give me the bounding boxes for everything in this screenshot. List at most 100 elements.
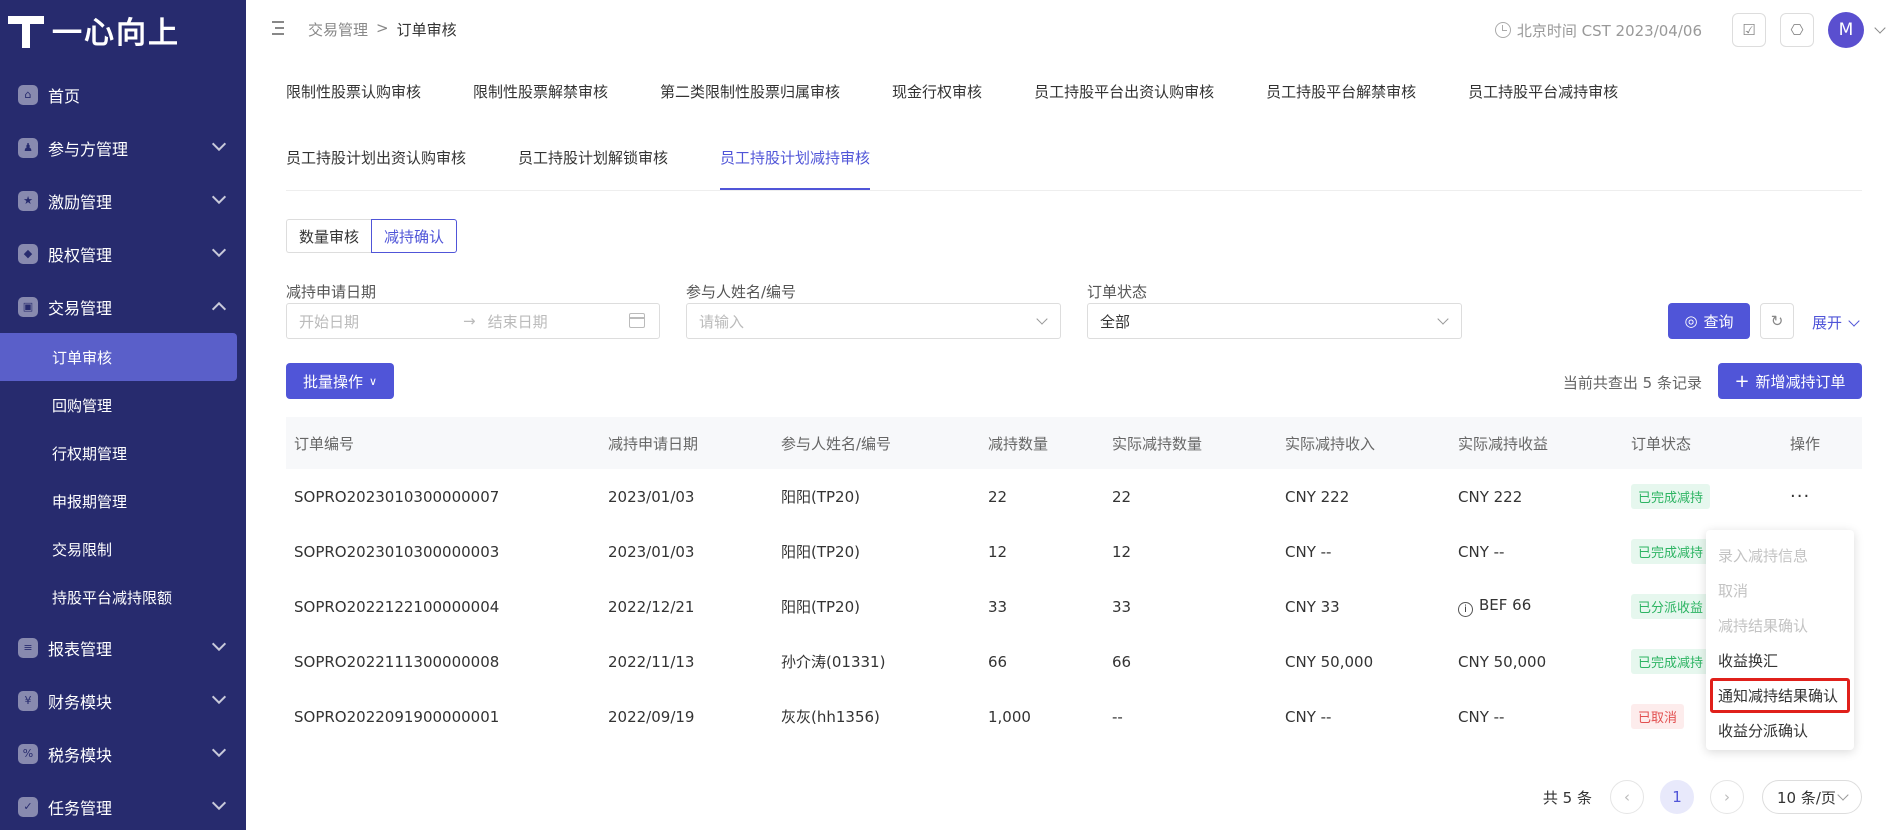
query-button[interactable]: ◎ 查询 — [1668, 303, 1750, 339]
cell-actual-qty: 22 — [1112, 487, 1132, 506]
query-button-label: 查询 — [1703, 312, 1734, 331]
brand-name: 一心向上 — [52, 16, 180, 51]
col-actions: 操作 — [1782, 417, 1862, 469]
home-icon: ⌂ — [18, 84, 38, 105]
info-icon[interactable]: i — [1458, 602, 1473, 617]
sidebar-subitem-order-review[interactable]: 订单审核 — [0, 333, 237, 381]
sidebar-item-tax[interactable]: % 税务模块 — [0, 727, 246, 780]
expand-filters-button[interactable]: 展开 — [1812, 312, 1860, 333]
tab-platform-reduce[interactable]: 员工持股平台减持审核 — [1468, 58, 1618, 124]
segment-quantity-review[interactable]: 数量审核 — [286, 219, 372, 253]
tab-plan-reduce[interactable]: 员工持股计划减持审核 — [720, 124, 871, 190]
task-board-button[interactable]: ☑ — [1732, 13, 1766, 47]
start-date-field[interactable]: 开始日期 — [299, 311, 463, 332]
segment-reduce-confirm[interactable]: 减持确认 — [371, 219, 458, 253]
search-icon: ◎ — [1684, 312, 1698, 330]
chevron-down-icon — [211, 189, 227, 205]
profit-value: BEF 66 — [1479, 596, 1532, 614]
sidebar-item-finance[interactable]: ¥ 财务模块 — [0, 674, 246, 727]
add-reduce-order-button[interactable]: + 新增减持订单 — [1718, 363, 1862, 399]
arrow-right-icon: → — [463, 312, 476, 330]
segment-control: 数量审核 减持确认 — [286, 219, 1862, 253]
cell-actual-qty: -- — [1112, 707, 1123, 726]
chevron-down-icon: ∨ — [368, 374, 378, 388]
col-actual-income: 实际减持收入 — [1277, 417, 1450, 469]
cell-order-id: SOPRO2022111300000008 — [294, 652, 500, 671]
chevron-down-icon[interactable] — [1874, 22, 1886, 34]
brand-logo[interactable]: 一心向上 — [8, 8, 180, 52]
tabs-row-1: 限制性股票认购审核 限制性股票解禁审核 第二类限制性股票归属审核 现金行权审核 … — [286, 58, 1862, 124]
reset-button[interactable]: ↻ — [1760, 303, 1794, 339]
collapse-sidebar-icon[interactable] — [268, 20, 284, 36]
chevron-down-icon — [1848, 314, 1860, 327]
end-date-field[interactable]: 结束日期 — [488, 311, 548, 332]
sidebar-item-reports[interactable]: ≡ 报表管理 — [0, 621, 246, 674]
participant-filter-label: 参与人姓名/编号 — [686, 283, 797, 301]
menu-item-notify-result-confirm[interactable]: 通知减持结果确认 — [1710, 678, 1850, 713]
cell-order-id: SOPRO2023010300000003 — [294, 542, 500, 561]
sidebar-subitem-platform-limit[interactable]: 持股平台减持限额 — [0, 573, 246, 621]
chevron-down-icon — [211, 742, 227, 758]
cell-date: 2022/09/19 — [608, 707, 695, 726]
tab-plan-subscribe[interactable]: 员工持股计划出资认购审核 — [286, 124, 466, 190]
breadcrumb-current: 订单审核 — [396, 21, 457, 39]
tab-class2-vesting[interactable]: 第二类限制性股票归属审核 — [660, 58, 840, 124]
tab-platform-unlock[interactable]: 员工持股平台解禁审核 — [1266, 58, 1416, 124]
cell-person: 阳阳(TP20) — [781, 598, 860, 616]
sidebar-subitem-declaration-period[interactable]: 申报期管理 — [0, 477, 246, 525]
sidebar-item-label: 任务管理 — [48, 798, 113, 818]
sidebar-item-incentive[interactable]: ★ 激励管理 — [0, 174, 246, 227]
status-badge: 已分派收益 — [1631, 594, 1711, 619]
tax-icon: % — [18, 743, 38, 764]
menu-item-cancel: 取消 — [1718, 582, 1749, 600]
cell-profit: CNY 50,000 — [1458, 652, 1547, 671]
cell-order-id: SOPRO2022122100000004 — [294, 597, 500, 616]
next-page-button[interactable]: › — [1710, 780, 1744, 814]
sidebar-menu: ⌂ 首页 ♟ 参与方管理 ★ 激励管理 ◆ 股权管理 ▣ 交易管理 订单审核 回… — [0, 68, 246, 830]
cell-actual-qty: 33 — [1112, 597, 1132, 616]
sidebar-subitem-buyback[interactable]: 回购管理 — [0, 381, 246, 429]
status-filter-label: 订单状态 — [1087, 283, 1148, 301]
sidebar-item-tasks[interactable]: ✓ 任务管理 — [0, 780, 246, 830]
menu-item-profit-distribution-confirm[interactable]: 收益分派确认 — [1706, 713, 1854, 748]
participant-select[interactable]: 请输入 — [686, 303, 1061, 339]
sidebar-item-label: 报表管理 — [48, 639, 113, 659]
sidebar-item-trade[interactable]: ▣ 交易管理 — [0, 280, 246, 333]
sidebar-item-participants[interactable]: ♟ 参与方管理 — [0, 121, 246, 174]
prev-page-button[interactable]: ‹ — [1610, 780, 1644, 814]
sidebar-subitem-trade-restriction[interactable]: 交易限制 — [0, 525, 246, 573]
cell-person: 阳阳(TP20) — [781, 488, 860, 506]
cell-date: 2023/01/03 — [608, 487, 695, 506]
chevron-down-icon — [211, 136, 227, 152]
status-badge: 已取消 — [1631, 704, 1685, 729]
notification-button[interactable]: ⎔ — [1780, 13, 1814, 47]
page-number-button[interactable]: 1 — [1660, 780, 1694, 814]
tab-plan-unlock[interactable]: 员工持股计划解锁审核 — [518, 124, 668, 190]
breadcrumb-item[interactable]: 交易管理 — [308, 19, 368, 40]
chevron-down-icon — [211, 636, 227, 652]
col-quantity: 减持数量 — [980, 417, 1104, 469]
tab-platform-subscribe[interactable]: 员工持股平台出资认购审核 — [1034, 58, 1214, 124]
col-participant: 参与人姓名/编号 — [773, 417, 980, 469]
status-select[interactable]: 全部 — [1087, 303, 1462, 339]
cell-income: CNY 33 — [1285, 597, 1340, 616]
avatar[interactable]: M — [1828, 12, 1864, 48]
tab-cash-exercise[interactable]: 现金行权审核 — [892, 58, 982, 124]
tab-restricted-unlock[interactable]: 限制性股票解禁审核 — [473, 58, 608, 124]
tab-restricted-subscribe[interactable]: 限制性股票认购审核 — [286, 58, 421, 124]
col-apply-date: 减持申请日期 — [600, 417, 773, 469]
sidebar-subitem-label: 持股平台减持限额 — [52, 588, 173, 607]
page-size-select[interactable]: 10 条/页 — [1762, 780, 1862, 814]
expand-label: 展开 — [1812, 314, 1843, 332]
col-actual-quantity: 实际减持数量 — [1104, 417, 1277, 469]
menu-item-profit-exchange[interactable]: 收益换汇 — [1706, 643, 1854, 678]
date-range-picker[interactable]: 开始日期 → 结束日期 — [286, 303, 660, 339]
batch-operation-button[interactable]: 批量操作 ∨ — [286, 363, 394, 399]
sidebar-item-equity[interactable]: ◆ 股权管理 — [0, 227, 246, 280]
table-row: SOPRO2023010300000007 2023/01/03 阳阳(TP20… — [286, 469, 1862, 524]
sidebar-subitem-exercise-period[interactable]: 行权期管理 — [0, 429, 246, 477]
sidebar-item-home[interactable]: ⌂ 首页 — [0, 68, 246, 121]
chevron-down-icon — [1437, 313, 1449, 325]
row-actions-menu: 录入减持信息 取消 减持结果确认 收益换汇 通知减持结果确认 收益分派确认 — [1706, 530, 1854, 750]
more-actions-icon[interactable]: ··· — [1790, 486, 1810, 507]
